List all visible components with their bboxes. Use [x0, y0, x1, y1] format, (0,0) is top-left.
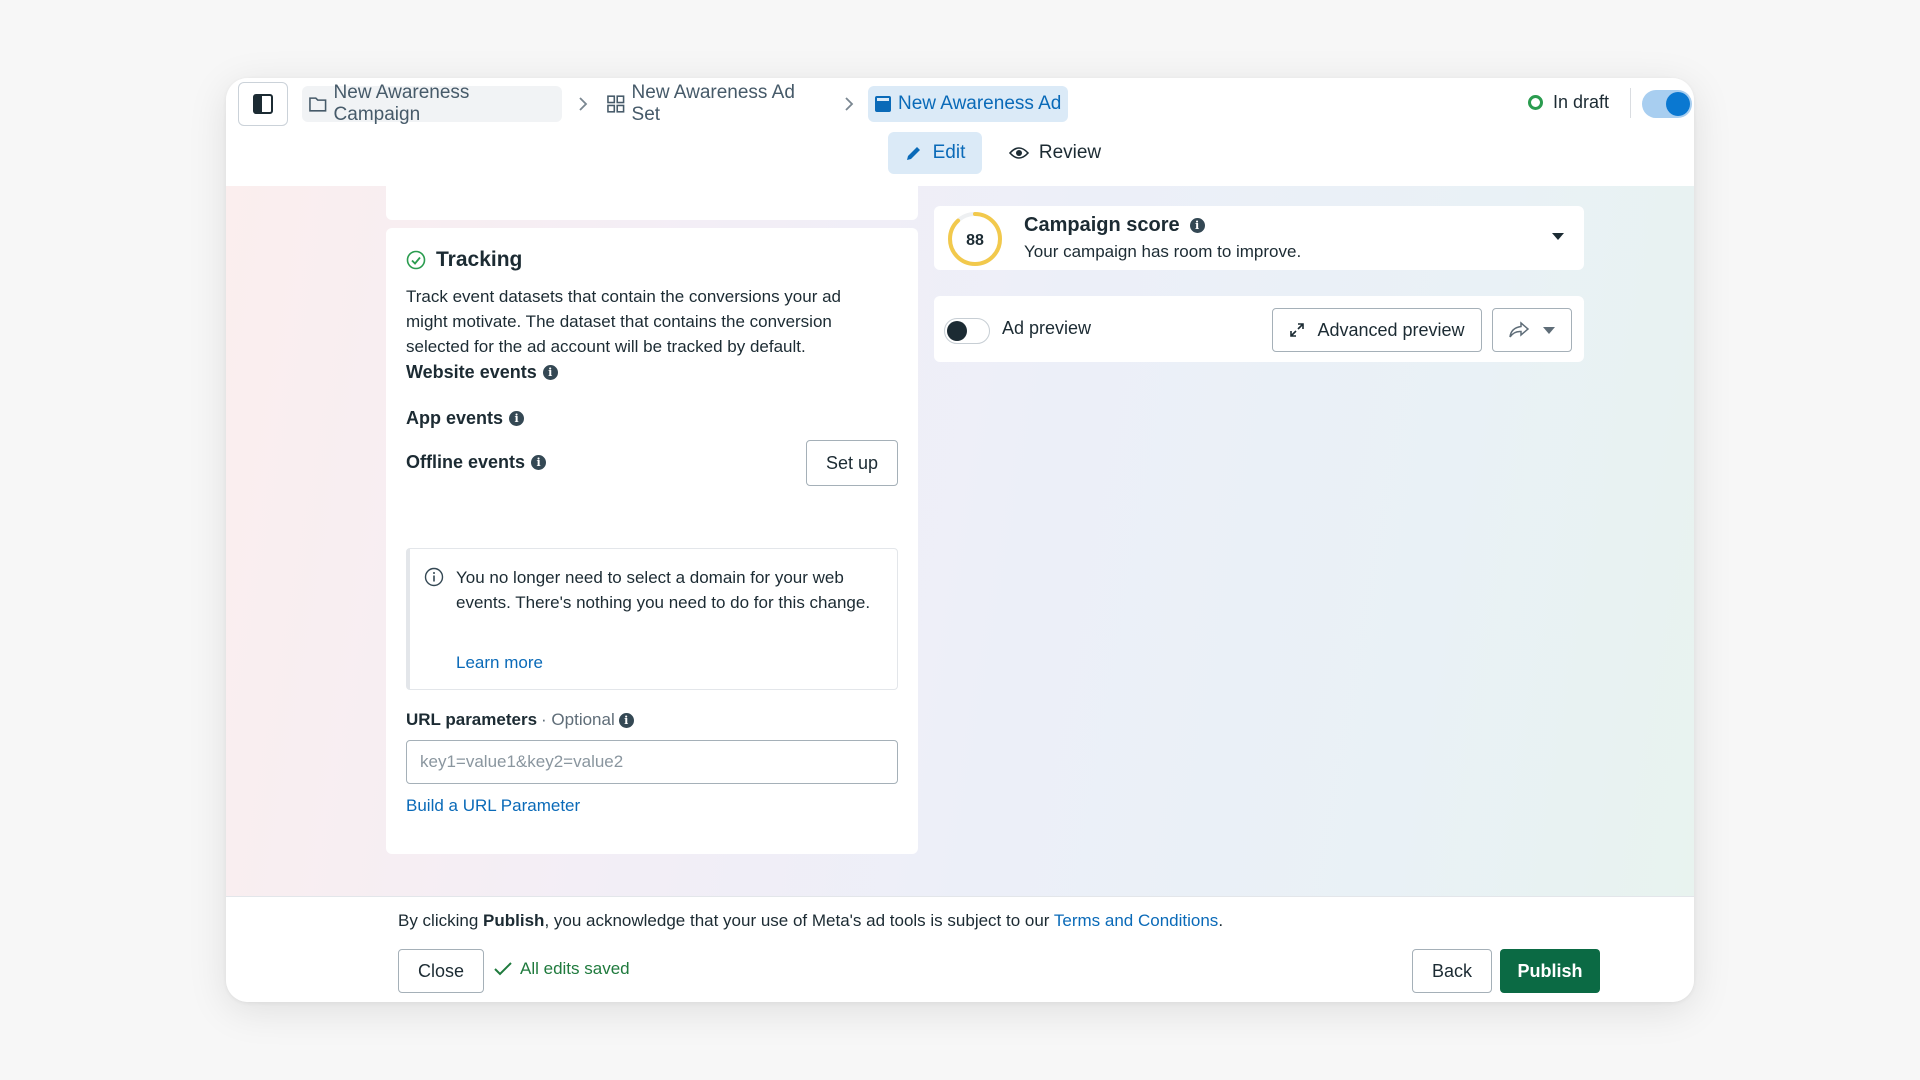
- terms-link[interactable]: Terms and Conditions: [1054, 911, 1218, 930]
- previous-card: [386, 186, 918, 220]
- website-events-label: Website events i: [406, 362, 558, 383]
- sidebar-panel-icon: [253, 94, 273, 114]
- info-icon[interactable]: i: [618, 712, 634, 728]
- save-status-label: All edits saved: [520, 959, 630, 978]
- draft-status-label: In draft: [1553, 92, 1610, 112]
- score-value: 88: [966, 232, 984, 249]
- campaign-score-title: Campaign score: [1024, 214, 1180, 236]
- learn-more-link[interactable]: Learn more: [456, 653, 543, 673]
- chevron-right-icon: [845, 97, 854, 111]
- draft-status: In draft: [1528, 92, 1609, 113]
- check-circle-icon: [406, 250, 426, 270]
- toggle-knob: [947, 321, 967, 341]
- notice-text: You no longer need to select a domain fo…: [456, 568, 871, 612]
- folder-icon: [309, 97, 327, 112]
- optional-tag: · Optional: [541, 710, 615, 729]
- share-menu-button[interactable]: [1492, 308, 1572, 352]
- breadcrumb-campaign-label: New Awareness Campaign: [333, 82, 470, 125]
- caret-down-icon: [1543, 327, 1555, 334]
- domain-notice: You no longer need to select a domain fo…: [406, 548, 898, 690]
- legal-publish-word: Publish: [483, 911, 545, 930]
- expand-icon: [1290, 323, 1305, 337]
- campaign-score-card[interactable]: 88 Campaign score i Your campaign has ro…: [934, 206, 1584, 270]
- info-icon[interactable]: i: [531, 455, 547, 470]
- ads-manager-window: New Awareness Campaign New Awareness Ad …: [226, 78, 1694, 1002]
- app-events-label: App events i: [406, 408, 525, 429]
- chevron-right-icon: [579, 97, 588, 111]
- info-icon[interactable]: i: [509, 411, 525, 426]
- breadcrumb-ad[interactable]: New Awareness Ad: [868, 86, 1068, 122]
- back-button[interactable]: Back: [1412, 949, 1492, 993]
- caret-down-icon[interactable]: [1550, 230, 1566, 242]
- breadcrumb-ad-set[interactable]: New Awareness Ad Set: [600, 82, 830, 125]
- checkmark-icon: [494, 962, 512, 976]
- editor-content: Tracking Track event datasets that conta…: [226, 186, 1694, 896]
- legal-notice: By clicking Publish, you acknowledge tha…: [398, 911, 1223, 931]
- tab-review-label: Review: [1038, 142, 1102, 163]
- campaign-score-gauge: 88: [948, 212, 1002, 266]
- eye-icon: [1008, 147, 1029, 159]
- tracking-heading: Tracking: [406, 248, 898, 272]
- url-parameters-title: URL parameters: [406, 710, 538, 729]
- website-events-text: Website events: [406, 362, 537, 382]
- ad-preview-label: Ad preview: [1002, 318, 1092, 338]
- breadcrumb-ad-label: New Awareness Ad: [898, 93, 1062, 114]
- info-icon[interactable]: i: [1189, 218, 1205, 233]
- save-status: All edits saved: [494, 959, 630, 979]
- tracking-card: Tracking Track event datasets that conta…: [386, 228, 918, 854]
- breadcrumb-campaign[interactable]: New Awareness Campaign: [302, 82, 562, 125]
- url-parameters-label: URL parameters · Optional i: [406, 710, 634, 730]
- tab-edit-label: Edit: [932, 142, 966, 163]
- breadcrumb-ad-set-label: New Awareness Ad Set: [631, 82, 795, 125]
- toggle-knob: [1666, 92, 1690, 116]
- share-icon: [1509, 321, 1530, 338]
- top-bar: New Awareness Campaign New Awareness Ad …: [226, 78, 1694, 186]
- ad-preview-card: Ad preview Advanced preview: [934, 296, 1584, 362]
- info-icon[interactable]: i: [542, 365, 558, 380]
- ad-icon: [875, 96, 891, 112]
- publish-button[interactable]: Publish: [1500, 949, 1600, 993]
- status-dot-icon: [1528, 95, 1543, 110]
- grid-icon: [607, 95, 625, 113]
- ad-on-off-toggle[interactable]: [1642, 90, 1692, 118]
- campaign-score-heading: Campaign score i: [1024, 214, 1205, 237]
- tracking-description: Track event datasets that contain the co…: [406, 287, 842, 356]
- legal-suffix: .: [1218, 911, 1224, 930]
- divider: [1630, 88, 1631, 118]
- offline-events-label: Offline events i: [406, 452, 547, 473]
- url-parameters-input[interactable]: [406, 740, 898, 784]
- tab-review[interactable]: Review: [1000, 132, 1110, 174]
- ad-preview-toggle[interactable]: [944, 318, 990, 344]
- close-button[interactable]: Close: [398, 949, 484, 993]
- tab-edit[interactable]: Edit: [888, 132, 982, 174]
- app-events-text: App events: [406, 408, 504, 428]
- legal-prefix: By clicking: [398, 911, 484, 930]
- advanced-preview-label: Advanced preview: [1317, 319, 1465, 340]
- tracking-title: Tracking: [436, 248, 523, 271]
- app-events-setup-button[interactable]: Set up: [806, 440, 898, 486]
- advanced-preview-button[interactable]: Advanced preview: [1272, 308, 1482, 352]
- legal-middle: , you acknowledge that your use of Meta'…: [544, 911, 1054, 930]
- pencil-icon: [906, 147, 920, 160]
- offline-events-text: Offline events: [406, 452, 526, 472]
- build-url-parameter-link[interactable]: Build a URL Parameter: [406, 796, 580, 816]
- campaign-score-subtitle: Your campaign has room to improve.: [1024, 242, 1302, 261]
- info-outline-icon: [424, 567, 444, 587]
- sidebar-toggle-button[interactable]: [238, 82, 288, 126]
- footer-bar: By clicking Publish, you acknowledge tha…: [226, 896, 1694, 1002]
